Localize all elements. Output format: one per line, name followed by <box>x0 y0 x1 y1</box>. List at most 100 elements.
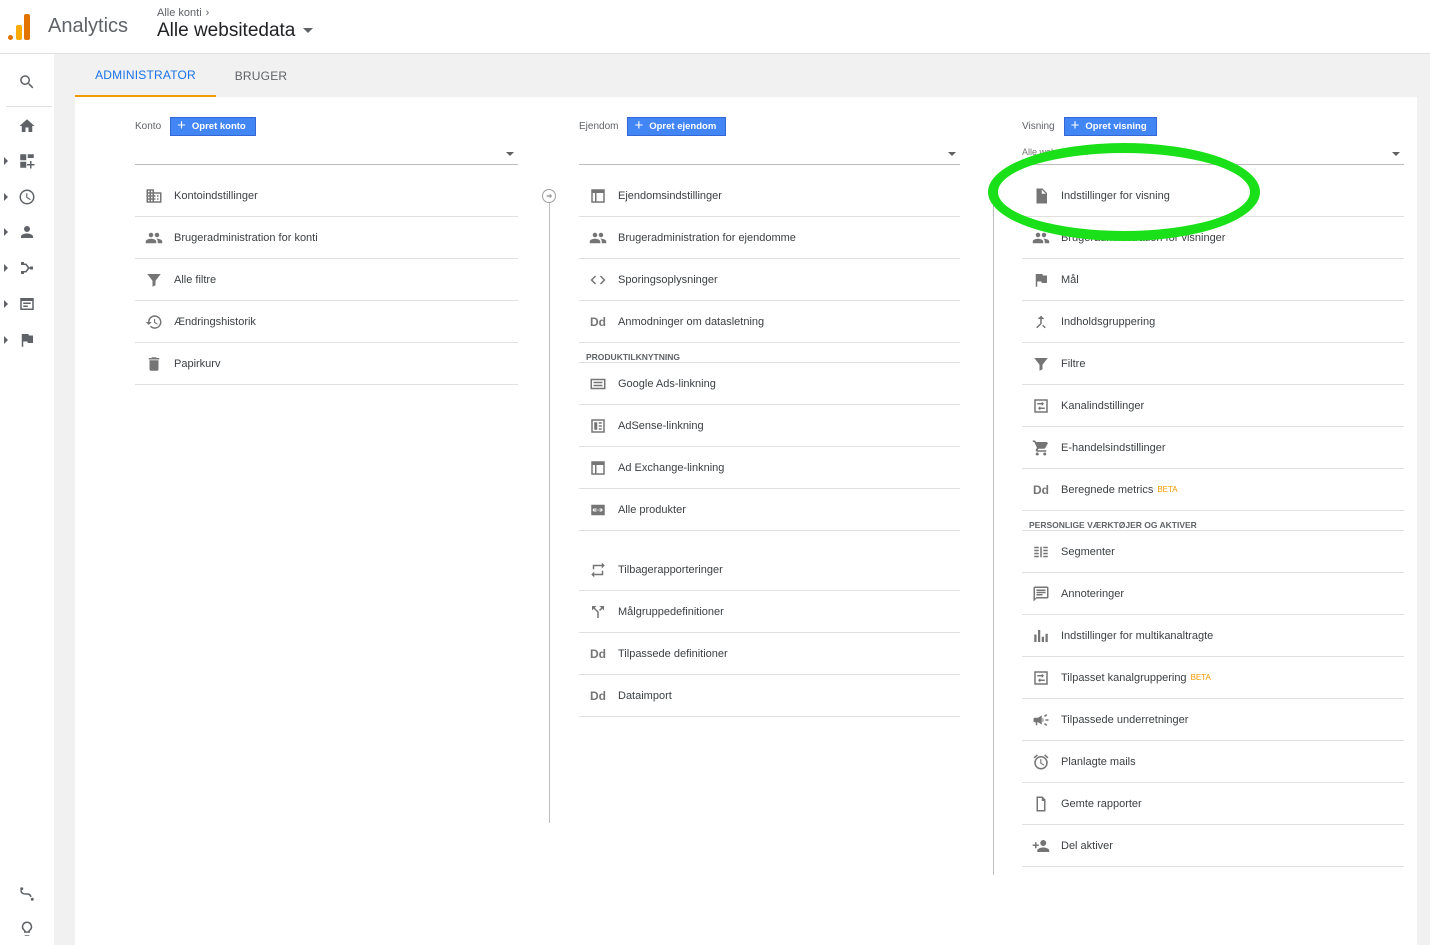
account-selector[interactable] <box>135 142 518 165</box>
behavior-nav-item[interactable] <box>0 289 54 319</box>
item-label: Del aktiver <box>1061 839 1113 852</box>
account-settings-item[interactable]: Kontoindstillinger <box>135 175 518 217</box>
top-bar: Analytics Alle konti › Alle websitedata <box>0 0 1430 54</box>
account-column-header: Konto + Opret konto <box>135 116 256 136</box>
discover-icon[interactable] <box>0 879 54 909</box>
property-column-header: Ejendom + Opret ejendom <box>579 116 727 136</box>
create-account-button[interactable]: + Opret konto <box>170 116 256 136</box>
item-label: Kanalindstillinger <box>1061 399 1145 412</box>
calculated-metrics-item[interactable]: Dd Beregnede metrics BETA <box>1022 469 1404 511</box>
rail-divider <box>6 106 52 107</box>
channel-settings-item[interactable]: Kanalindstillinger <box>1022 385 1404 427</box>
acquisition-nav-item[interactable] <box>0 253 54 283</box>
audience-definitions-item[interactable]: Målgruppedefinitioner <box>579 591 960 633</box>
ecommerce-settings-item[interactable]: E-handelsindstillinger <box>1022 427 1404 469</box>
customization-nav-item[interactable] <box>0 146 54 176</box>
dd-icon: Dd <box>590 314 606 329</box>
fork-icon <box>587 601 609 623</box>
saved-reports-item[interactable]: Gemte rapporter <box>1022 783 1404 825</box>
item-label: Anmodninger om datasletning <box>618 315 765 328</box>
annotations-item[interactable]: Annoteringer <box>1022 573 1404 615</box>
goals-item[interactable]: Mål <box>1022 259 1404 301</box>
segments-item[interactable]: Segmenter <box>1022 531 1404 573</box>
caret-down-icon <box>303 28 314 34</box>
custom-alerts-item[interactable]: Tilpassede underretninger <box>1022 699 1404 741</box>
behavior-icon <box>20 298 34 310</box>
dropdown-arrow-icon <box>1392 152 1400 156</box>
home-icon[interactable] <box>0 111 54 141</box>
expand-arrow-icon <box>4 193 8 201</box>
person-icon <box>21 226 33 238</box>
property-label: Ejendom <box>579 120 619 132</box>
item-label: Alle produkter <box>618 503 686 516</box>
content-grouping-item[interactable]: Indholdsgruppering <box>1022 301 1404 343</box>
tab-bruger[interactable]: BRUGER <box>216 54 306 97</box>
code-icon <box>587 269 609 291</box>
property-title: Alle websitedata <box>157 20 296 41</box>
merge-icon <box>1030 311 1052 333</box>
custom-channel-grouping-item[interactable]: Tilpasset kanalgruppering BETA <box>1022 657 1404 699</box>
breadcrumb[interactable]: Alle konti › <box>157 7 209 19</box>
alarm-icon <box>1030 751 1052 773</box>
channel-icon <box>1030 395 1052 417</box>
multichannel-settings-item[interactable]: Indstillinger for multikanaltragte <box>1022 615 1404 657</box>
lightbulb-icon[interactable] <box>0 914 54 944</box>
custom-definitions-item[interactable]: Dd Tilpassede definitioner <box>579 633 960 675</box>
create-view-button[interactable]: + Opret visning <box>1063 116 1157 136</box>
item-label: Dataimport <box>618 689 672 702</box>
realtime-nav-item[interactable] <box>0 182 54 212</box>
all-products-item[interactable]: Alle produkter <box>579 489 960 531</box>
ads-icon <box>587 373 609 395</box>
share-assets-item[interactable]: Del aktiver <box>1022 825 1404 867</box>
flag-icon <box>21 334 33 347</box>
create-property-button[interactable]: + Opret ejendom <box>627 116 727 136</box>
data-import-item[interactable]: Dd Dataimport <box>579 675 960 717</box>
change-history-item[interactable]: Ændringshistorik <box>135 301 518 343</box>
property-user-management-item[interactable]: Brugeradministration for ejendomme <box>579 217 960 259</box>
google-ads-linking-item[interactable]: Google Ads-linkning <box>579 363 960 405</box>
item-label: Indstillinger for multikanaltragte <box>1061 629 1214 642</box>
postbacks-item[interactable]: Tilbagerapporteringer <box>579 549 960 591</box>
trash-icon <box>143 353 165 375</box>
audience-nav-item[interactable] <box>0 217 54 247</box>
item-label: Ejendomsindstillinger <box>618 189 722 202</box>
megaphone-icon <box>1030 709 1052 731</box>
window-icon <box>587 185 609 207</box>
create-account-label: Opret konto <box>191 120 246 132</box>
people-icon <box>143 227 165 249</box>
property-selector-field[interactable] <box>579 142 960 165</box>
expand-arrow-icon <box>4 264 8 272</box>
dropdown-arrow-icon <box>948 152 956 156</box>
item-label: Planlagte mails <box>1061 755 1136 768</box>
conversions-nav-item[interactable] <box>0 325 54 355</box>
filters-item[interactable]: Filtre <box>1022 343 1404 385</box>
item-label: Målgruppedefinitioner <box>618 605 724 618</box>
all-filters-item[interactable]: Alle filtre <box>135 259 518 301</box>
dd-icon: Dd <box>590 646 606 661</box>
filter-icon <box>1030 353 1052 375</box>
tab-administrator[interactable]: ADMINISTRATOR <box>75 54 216 97</box>
search-icon[interactable] <box>0 67 54 97</box>
personal-tools-section-label: PERSONLIGE VÆRKTØJER OG AKTIVER <box>1022 511 1404 531</box>
item-label: Sporingsoplysninger <box>618 273 718 286</box>
tracking-info-item[interactable]: Sporingsoplysninger <box>579 259 960 301</box>
adsense-linking-item[interactable]: AdSense-linkning <box>579 405 960 447</box>
bar-chart-icon <box>1030 625 1052 647</box>
scheduled-emails-item[interactable]: Planlagte mails <box>1022 741 1404 783</box>
analytics-logo-icon[interactable] <box>8 12 32 40</box>
account-items: Kontoindstillinger Brugeradministration … <box>135 175 518 385</box>
item-label: Tilbagerapporteringer <box>618 563 723 576</box>
ad-exchange-linking-item[interactable]: Ad Exchange-linkning <box>579 447 960 489</box>
file-icon <box>1030 793 1052 815</box>
item-label: Mål <box>1061 273 1079 286</box>
account-user-management-item[interactable]: Brugeradministration for konti <box>135 217 518 259</box>
data-deletion-item[interactable]: Dd Anmodninger om datasletning <box>579 301 960 343</box>
chevron-right-icon: › <box>205 7 210 19</box>
dropdown-arrow-icon <box>506 152 514 156</box>
property-settings-item[interactable]: Ejendomsindstillinger <box>579 175 960 217</box>
trash-item[interactable]: Papirkurv <box>135 343 518 385</box>
breadcrumb-label[interactable]: Alle konti <box>157 7 202 19</box>
flag-icon <box>1030 269 1052 291</box>
building-icon <box>143 185 165 207</box>
property-selector[interactable]: Alle websitedata <box>157 20 314 42</box>
